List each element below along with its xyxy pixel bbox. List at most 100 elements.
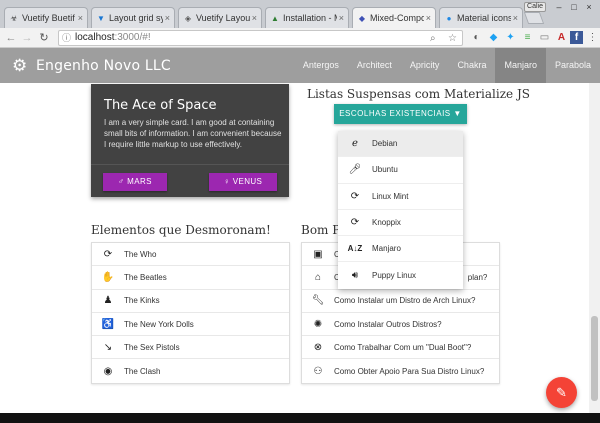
url-path: :3000/#! [114, 32, 151, 43]
zoom-icon[interactable]: ⌕ [430, 32, 436, 46]
back-icon[interactable]: ← [4, 31, 18, 45]
list-item-label: The Beatles [124, 272, 167, 282]
browser-tab[interactable]: ◈ Vuetify Layout × [178, 7, 262, 28]
close-icon[interactable]: × [339, 13, 344, 23]
dropdown-trigger-button[interactable]: ESCOLHAS EXISTENCIAIS ▼ [334, 104, 467, 124]
vuetify-icon: ▼ [97, 13, 105, 23]
tab-title: Mixed-Compone [370, 13, 424, 23]
refresh-icon: ⟳ [103, 248, 113, 260]
biohazard-icon: ☣ [10, 13, 18, 23]
venus-icon: ♀ [223, 177, 233, 186]
dropdown-section-title: Listas Suspensas com Materialize JS [307, 87, 530, 101]
nav-item-manjaro[interactable]: Manjaro [495, 48, 546, 83]
edit-fab-button[interactable]: ✎ [546, 377, 577, 408]
dropdown-button-label: ESCOLHAS EXISTENCIAIS [339, 109, 451, 118]
close-icon[interactable]: × [513, 13, 518, 23]
card-text: I am a very simple card. I am good at co… [104, 118, 282, 149]
extension-icon[interactable]: ≡ [521, 31, 534, 44]
dropdown-option-linux-mint[interactable]: ⟳ Linux Mint [338, 184, 463, 210]
dropdown-option-manjaro[interactable]: A↓Z Manjaro [338, 236, 463, 263]
volume-icon: 🔊︎ [351, 270, 359, 282]
extension-icon[interactable]: ◐ [470, 31, 483, 44]
option-label: Manjaro [372, 244, 401, 254]
reload-icon[interactable]: ↻ [37, 31, 51, 45]
list-item[interactable]: ◉ The Clash [92, 359, 289, 382]
scrollbar-thumb[interactable] [591, 316, 598, 401]
option-label: Ubuntu [372, 165, 398, 175]
browser-tab[interactable]: ▲ Installation - M × [265, 7, 349, 28]
list-item[interactable]: ⚇ Como Obter Apoio Para Sua Distro Linux? [302, 359, 499, 382]
close-icon[interactable]: × [252, 13, 257, 23]
sort-az-icon: A↓Z [347, 244, 363, 254]
info-icon[interactable]: ⓘ [62, 31, 71, 45]
mars-button[interactable]: ♂ MARS [103, 173, 167, 191]
list-item[interactable]: 🔧︎ Como Instalar um Distro de Arch Linux? [302, 290, 499, 313]
list-item-label: The Who [124, 249, 157, 259]
list-item[interactable]: ✺ Como Instalar Outros Distros? [302, 313, 499, 337]
bank-icon: ⌂ [314, 271, 322, 283]
new-tab-button[interactable] [523, 12, 545, 24]
ear-icon: ℯ [352, 138, 358, 150]
vuetify-icon: ◈ [184, 13, 192, 23]
dropdown-option-knoppix[interactable]: ⟳ Knoppix [338, 210, 463, 237]
list-item[interactable]: ⊗ Como Trabalhar Com um "Dual Boot"? [302, 336, 499, 360]
url-host: localhost [75, 32, 115, 43]
menu-icon[interactable]: ⋮ [586, 31, 599, 44]
list-item-label: The Clash [124, 366, 161, 376]
list-item-label: Como Obter Apoio Para Sua Distro Linux? [334, 366, 485, 376]
facebook-icon[interactable]: f [570, 31, 583, 44]
refresh-icon: ⟳ [350, 190, 360, 202]
close-window-icon[interactable]: × [582, 2, 596, 12]
list-item[interactable]: ↘ The Sex Pistols [92, 336, 289, 360]
list-item-label: Como Instalar um Distro de Arch Linux? [334, 296, 476, 306]
browser-tab[interactable]: ▼ Layout grid sys × [91, 7, 175, 28]
maximize-icon[interactable]: □ [567, 2, 581, 12]
material-icon: ● [446, 13, 452, 23]
browser-tab-active[interactable]: ◆ Mixed-Compone × [352, 7, 436, 28]
nav-item-architect[interactable]: Architect [348, 48, 401, 83]
nav-item-parabola[interactable]: Parabola [546, 48, 600, 83]
card-divider [91, 164, 289, 165]
minimize-icon[interactable]: – [552, 2, 566, 12]
dropdown-option-ubuntu[interactable]: 🎤︎ Ubuntu [338, 157, 463, 184]
vue-icon: ◆ [358, 13, 366, 23]
acrobat-icon[interactable]: A [555, 31, 568, 44]
trending-down-icon: ↘ [103, 341, 113, 353]
brand-logo[interactable]: Engenho Novo LLC [36, 58, 171, 74]
mars-icon: ♂ [118, 177, 128, 186]
extension-icon[interactable]: ◆ [487, 31, 500, 44]
monitor-icon: ▣ [313, 248, 323, 260]
close-icon[interactable]: × [165, 13, 170, 23]
browser-tab[interactable]: ☣ Vuetify Buetif × [4, 7, 88, 28]
address-bar[interactable]: ⓘ localhost:3000/#! ⌕ ☆ [58, 30, 463, 46]
venus-button[interactable]: ♀ VENUS [209, 173, 277, 191]
star-icon[interactable]: ☆ [448, 32, 457, 46]
list-item[interactable]: ♟ The Kinks [92, 290, 289, 313]
nav-item-chakra[interactable]: Chakra [448, 48, 495, 83]
close-icon[interactable]: × [78, 13, 83, 23]
dropdown-option-debian[interactable]: ℯ Debian [338, 131, 463, 158]
forward-icon[interactable]: → [20, 31, 34, 45]
dropdown-option-puppy-linux[interactable]: 🔊︎ Puppy Linux [338, 262, 463, 288]
nav-item-antergos[interactable]: Antergos [294, 48, 348, 83]
extension-icon[interactable]: ▭ [538, 31, 551, 44]
list-item-label: The Sex Pistols [124, 342, 180, 352]
materialize-icon: ▲ [271, 13, 279, 23]
refresh-icon: ⟳ [350, 217, 360, 229]
twitter-icon[interactable]: ✦ [504, 31, 517, 44]
info-card: The Ace of Space I am a very simple card… [91, 84, 289, 197]
browser-tab[interactable]: ● Material icons × [439, 7, 523, 28]
profile-button[interactable]: Calie [524, 2, 546, 12]
nav-item-apricity[interactable]: Apricity [401, 48, 449, 83]
venus-label: VENUS [232, 177, 263, 186]
tab-title: Vuetify Layout [196, 13, 250, 23]
page-bottom-bar [0, 413, 600, 423]
list-item[interactable]: ✋ The Beatles [92, 266, 289, 290]
browser-toolbar: ← → ↻ ⓘ localhost:3000/#! ⌕ ☆ ◐ ◆ ✦ ≡ ▭ … [0, 28, 600, 48]
close-icon[interactable]: × [426, 13, 431, 23]
list-item[interactable]: ⟳ The Who [92, 243, 289, 267]
person-icon: ♟ [103, 295, 113, 307]
list-item[interactable]: ♿ The New York Dolls [92, 313, 289, 337]
left-collection: ⟳ The Who ✋ The Beatles ♟ The Kinks ♿ The Ne… [91, 242, 290, 384]
motorcycle-icon: ⚇ [313, 365, 323, 377]
